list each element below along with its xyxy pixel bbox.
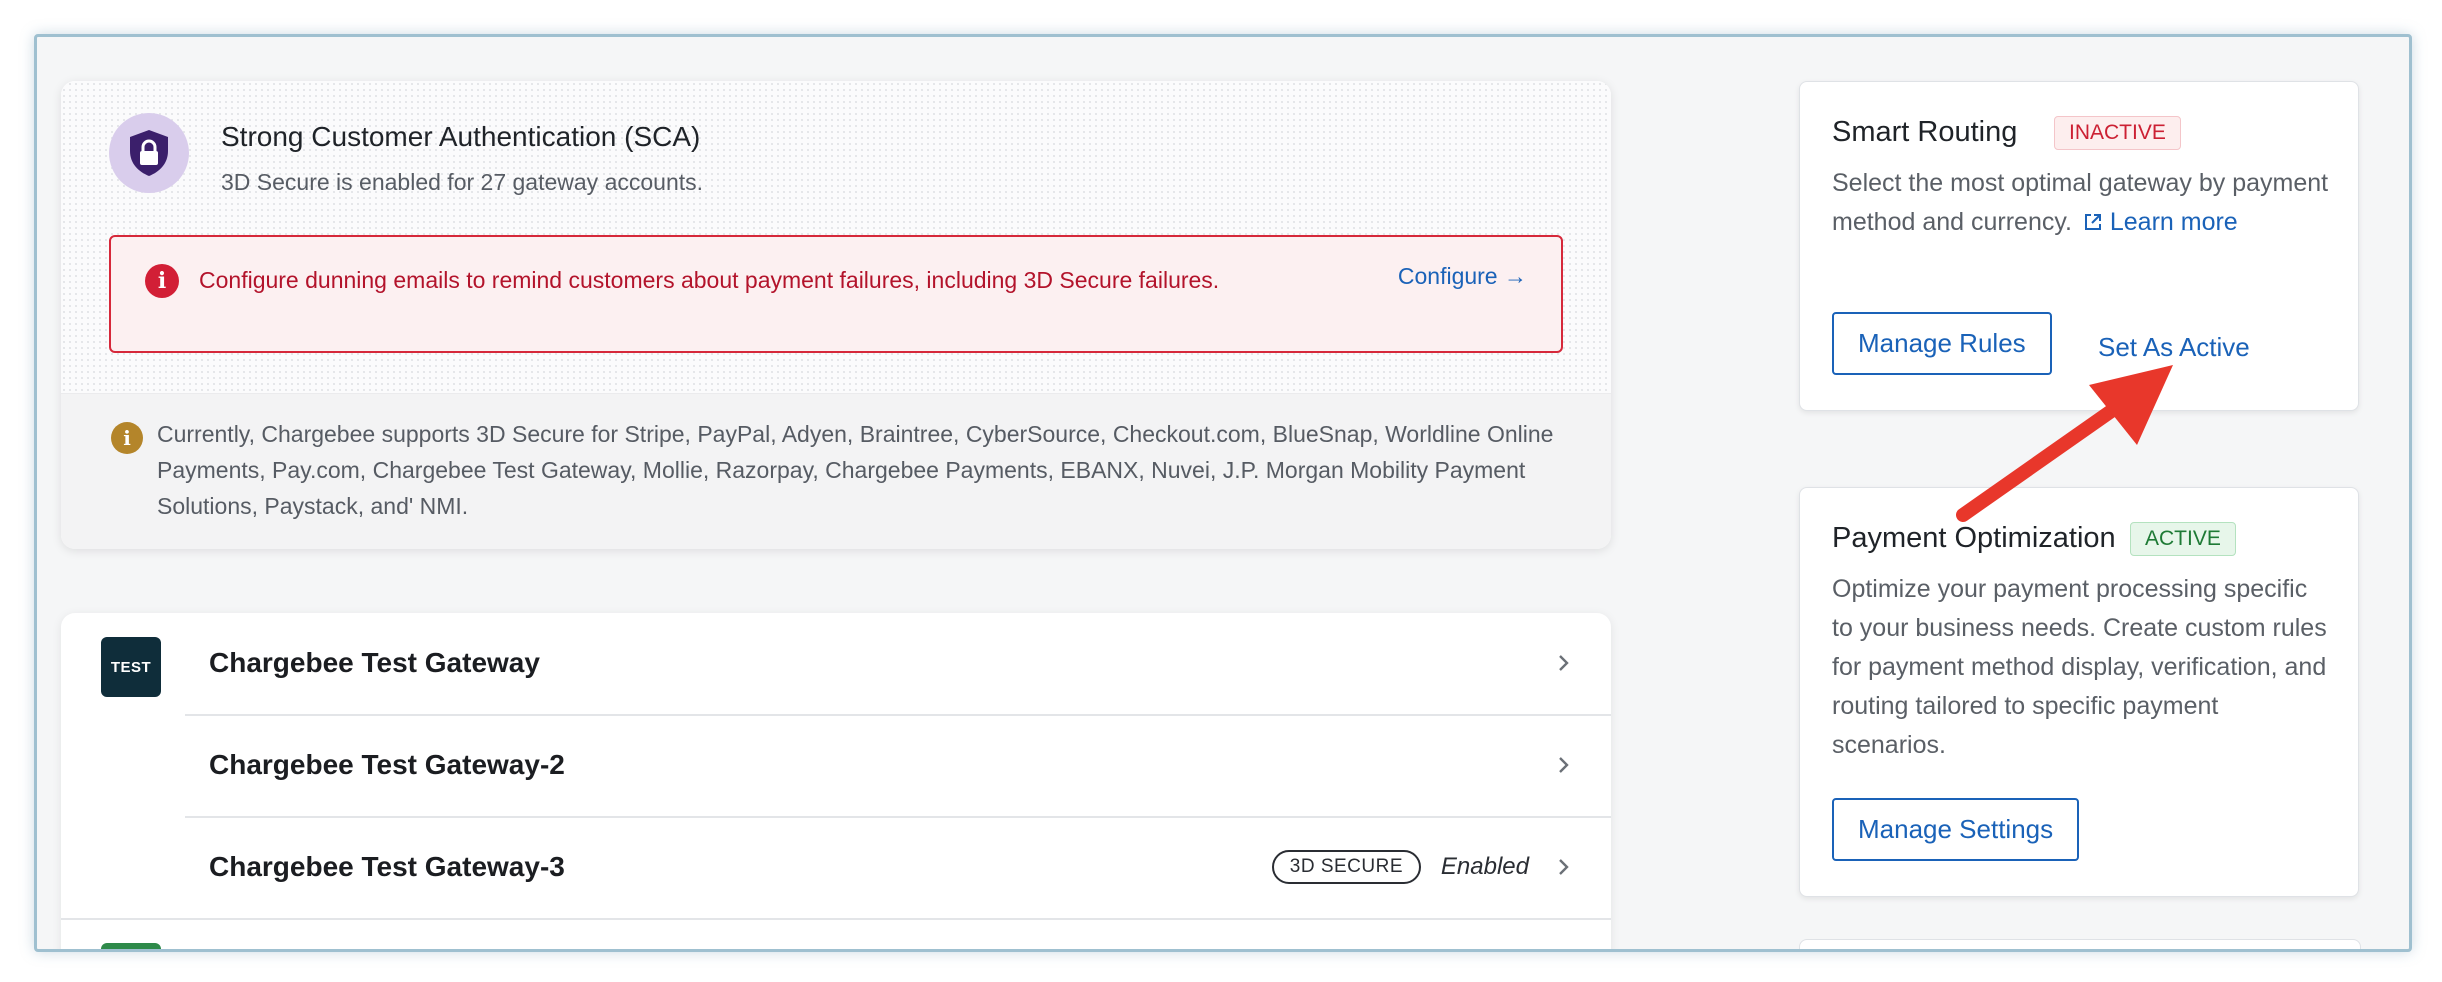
chevron-right-icon bbox=[1559, 757, 1569, 773]
chevron-right-icon bbox=[1559, 859, 1569, 875]
supported-gateways-text: Currently, Chargebee supports 3D Secure … bbox=[157, 421, 1554, 519]
gateway-list: TEST Chargebee Test Gateway Chargebee Te… bbox=[61, 613, 1611, 949]
smart-routing-text: Select the most optimal gateway by payme… bbox=[1832, 169, 2329, 236]
gateway-row[interactable]: Chargebee Test Gateway bbox=[185, 613, 1611, 716]
3d-secure-status: Enabled bbox=[1440, 853, 1529, 880]
learn-more-link[interactable]: Learn more bbox=[2110, 208, 2238, 236]
status-badge: INACTIVE bbox=[2054, 116, 2181, 150]
shield-lock-icon bbox=[109, 113, 189, 193]
gateway-name: Chargebee Test Gateway-2 bbox=[209, 749, 565, 780]
gateway-name: Chargebee Test Gateway-3 bbox=[209, 851, 565, 882]
payment-optimization-card: Payment Optimization ACTIVE Optimize you… bbox=[1799, 487, 2359, 897]
next-card bbox=[1799, 939, 2361, 949]
gateway-logo bbox=[101, 943, 161, 949]
alert-message: Configure dunning emails to remind custo… bbox=[199, 267, 1220, 293]
gateway-row[interactable]: Chargebee Test Gateway-3 3D SECURE Enabl… bbox=[61, 817, 1611, 920]
annotation-arrow bbox=[1956, 365, 2173, 522]
info-icon: i bbox=[111, 422, 143, 454]
external-link-icon bbox=[2084, 214, 2101, 230]
3d-secure-badge: 3D SECURE bbox=[1271, 850, 1421, 884]
alert-icon: i bbox=[145, 264, 179, 298]
app-frame: Strong Customer Authentication (SCA) 3D … bbox=[34, 34, 2412, 952]
sca-header: Strong Customer Authentication (SCA) 3D … bbox=[61, 81, 1611, 393]
smart-routing-description: Select the most optimal gateway by payme… bbox=[1832, 164, 2332, 242]
manage-settings-button[interactable]: Manage Settings bbox=[1832, 798, 2080, 861]
configure-link[interactable]: Configure → bbox=[1398, 263, 1527, 290]
test-gateway-logo: TEST bbox=[101, 637, 161, 697]
dunning-alert: i Configure dunning emails to remind cus… bbox=[109, 235, 1563, 353]
sca-card: Strong Customer Authentication (SCA) 3D … bbox=[61, 81, 1611, 549]
gateway-name: Chargebee Test Gateway bbox=[209, 647, 540, 678]
gateway-row[interactable]: Chargebee Test Gateway-2 bbox=[185, 715, 1611, 818]
chevron-right-icon bbox=[1559, 655, 1569, 671]
payment-optimization-description: Optimize your payment processing specifi… bbox=[1832, 575, 2327, 759]
sca-subtitle: 3D Secure is enabled for 27 gateway acco… bbox=[221, 169, 704, 195]
smart-routing-title: Smart Routing bbox=[1832, 116, 2018, 148]
sca-info-section: i Currently, Chargebee supports 3D Secur… bbox=[61, 393, 1611, 549]
sca-title: Strong Customer Authentication (SCA) bbox=[221, 121, 701, 152]
